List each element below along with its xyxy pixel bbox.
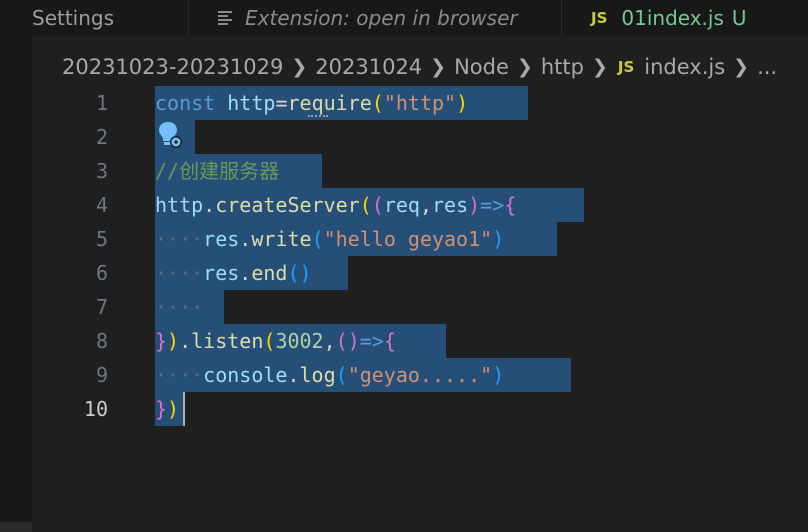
tab-settings-label: Settings xyxy=(32,6,115,30)
line-number: 3 xyxy=(95,159,108,183)
tab-extension-preview[interactable]: Extension: open in browser xyxy=(189,0,562,36)
line-number: 7 xyxy=(95,295,108,319)
bracket: ( xyxy=(287,261,300,285)
operator: . xyxy=(239,261,252,285)
operator: , xyxy=(419,193,432,217)
line-number: 6 xyxy=(95,261,108,285)
breadcrumb-file[interactable]: index.js xyxy=(644,55,725,79)
bracket: ( xyxy=(371,193,384,217)
tab-index-label: 01index.js xyxy=(621,6,724,30)
string-literal: "hello geyao1" xyxy=(323,227,493,251)
suggestion-dots xyxy=(308,115,328,120)
tab-index-js[interactable]: JS 01index.js U xyxy=(563,0,808,36)
chevron-right-icon: ❯ xyxy=(516,56,533,78)
string-literal: "http" xyxy=(383,91,457,115)
whitespace-marker: ···· xyxy=(155,363,204,387)
javascript-file-icon: JS xyxy=(591,9,608,27)
chevron-right-icon: ❯ xyxy=(733,56,750,78)
operator: , xyxy=(323,329,336,353)
variable: res xyxy=(203,227,240,251)
whitespace-marker: ···· xyxy=(155,295,204,319)
bracket: { xyxy=(504,193,517,217)
code-line-5[interactable]: ····res.write("hello geyao1") xyxy=(155,222,504,256)
code-line-7[interactable]: ···· xyxy=(155,290,203,324)
breadcrumb: 20231023-20231029 ❯ 20231024 ❯ Node ❯ ht… xyxy=(62,50,777,84)
bracket: ( xyxy=(371,91,384,115)
line-number: 1 xyxy=(95,91,108,115)
bracket: ) xyxy=(347,329,360,353)
code-line-3[interactable]: //创建服务器 xyxy=(155,154,279,188)
code-line-9[interactable]: ····console.log("geyao.....") xyxy=(155,358,504,392)
line-number: 9 xyxy=(95,363,108,387)
function-name: end xyxy=(251,261,288,285)
function-name: write xyxy=(251,227,312,251)
line-number: 8 xyxy=(95,329,108,353)
code-line-8[interactable]: }).listen(3002,()=>{ xyxy=(155,324,396,358)
code-editor[interactable]: 1 2 3 4 5 6 7 8 9 10 const http=require(… xyxy=(0,86,808,532)
chevron-right-icon: ❯ xyxy=(291,56,308,78)
whitespace-marker: ···· xyxy=(155,261,204,285)
bracket: ) xyxy=(492,227,505,251)
function-name: require xyxy=(287,91,372,115)
code-line-10[interactable]: }) xyxy=(155,392,179,426)
bracket: ) xyxy=(167,329,180,353)
bracket: ( xyxy=(335,363,348,387)
bracket: ) xyxy=(456,91,469,115)
breadcrumb-folder[interactable]: 20231024 xyxy=(315,55,422,79)
bracket: ( xyxy=(359,193,372,217)
bracket: ) xyxy=(299,261,312,285)
comment: //创建服务器 xyxy=(155,159,280,183)
line-number: 4 xyxy=(95,193,108,217)
line-number: 5 xyxy=(95,227,108,251)
bracket: ) xyxy=(468,193,481,217)
bracket: ) xyxy=(167,397,180,421)
variable: http xyxy=(155,193,204,217)
function-name: log xyxy=(299,363,336,387)
arrow-operator: => xyxy=(359,329,384,353)
number-literal: 3002 xyxy=(275,329,324,353)
chevron-right-icon: ❯ xyxy=(430,56,447,78)
parameter: res xyxy=(431,193,469,217)
variable: http xyxy=(227,91,276,115)
bracket: ( xyxy=(335,329,348,353)
string-literal: "geyao....." xyxy=(347,363,493,387)
tab-settings[interactable]: Settings xyxy=(32,0,189,36)
lightbulb-icon[interactable] xyxy=(157,120,183,150)
bracket: ( xyxy=(311,227,324,251)
variable: console xyxy=(203,363,288,387)
operator: . xyxy=(179,329,192,353)
bracket: ) xyxy=(492,363,505,387)
tab-extension-label: Extension: open in browser xyxy=(245,6,518,30)
code-line-6[interactable]: ····res.end() xyxy=(155,256,312,290)
operator: . xyxy=(203,193,216,217)
variable: res xyxy=(203,261,240,285)
tab-bar: Settings Extension: open in browser JS 0… xyxy=(32,0,808,36)
breadcrumb-folder[interactable]: Node xyxy=(454,55,509,79)
breadcrumb-folder[interactable]: 20231023-20231029 xyxy=(62,55,283,79)
function-name: createServer xyxy=(215,193,360,217)
parameter: req xyxy=(383,193,420,217)
preview-icon xyxy=(218,11,232,25)
text-cursor xyxy=(183,392,185,426)
chevron-right-icon: ❯ xyxy=(591,56,608,78)
bracket: { xyxy=(383,329,396,353)
breadcrumb-folder[interactable]: http xyxy=(541,55,584,79)
untracked-badge: U xyxy=(731,6,747,30)
line-number-active: 10 xyxy=(83,397,108,421)
whitespace-marker: ···· xyxy=(155,227,204,251)
operator: . xyxy=(287,363,300,387)
arrow-operator: => xyxy=(480,193,505,217)
operator: . xyxy=(239,227,252,251)
line-number: 2 xyxy=(95,125,108,149)
bracket: ( xyxy=(263,329,276,353)
function-name: listen xyxy=(191,329,264,353)
operator: = xyxy=(275,91,288,115)
javascript-file-icon: JS xyxy=(617,58,635,76)
breadcrumb-more[interactable]: ... xyxy=(757,55,777,79)
code-line-4[interactable]: http.createServer((req,res)=>{ xyxy=(155,188,516,222)
keyword: const xyxy=(155,91,216,115)
bracket: } xyxy=(155,397,168,421)
bracket: } xyxy=(155,329,168,353)
